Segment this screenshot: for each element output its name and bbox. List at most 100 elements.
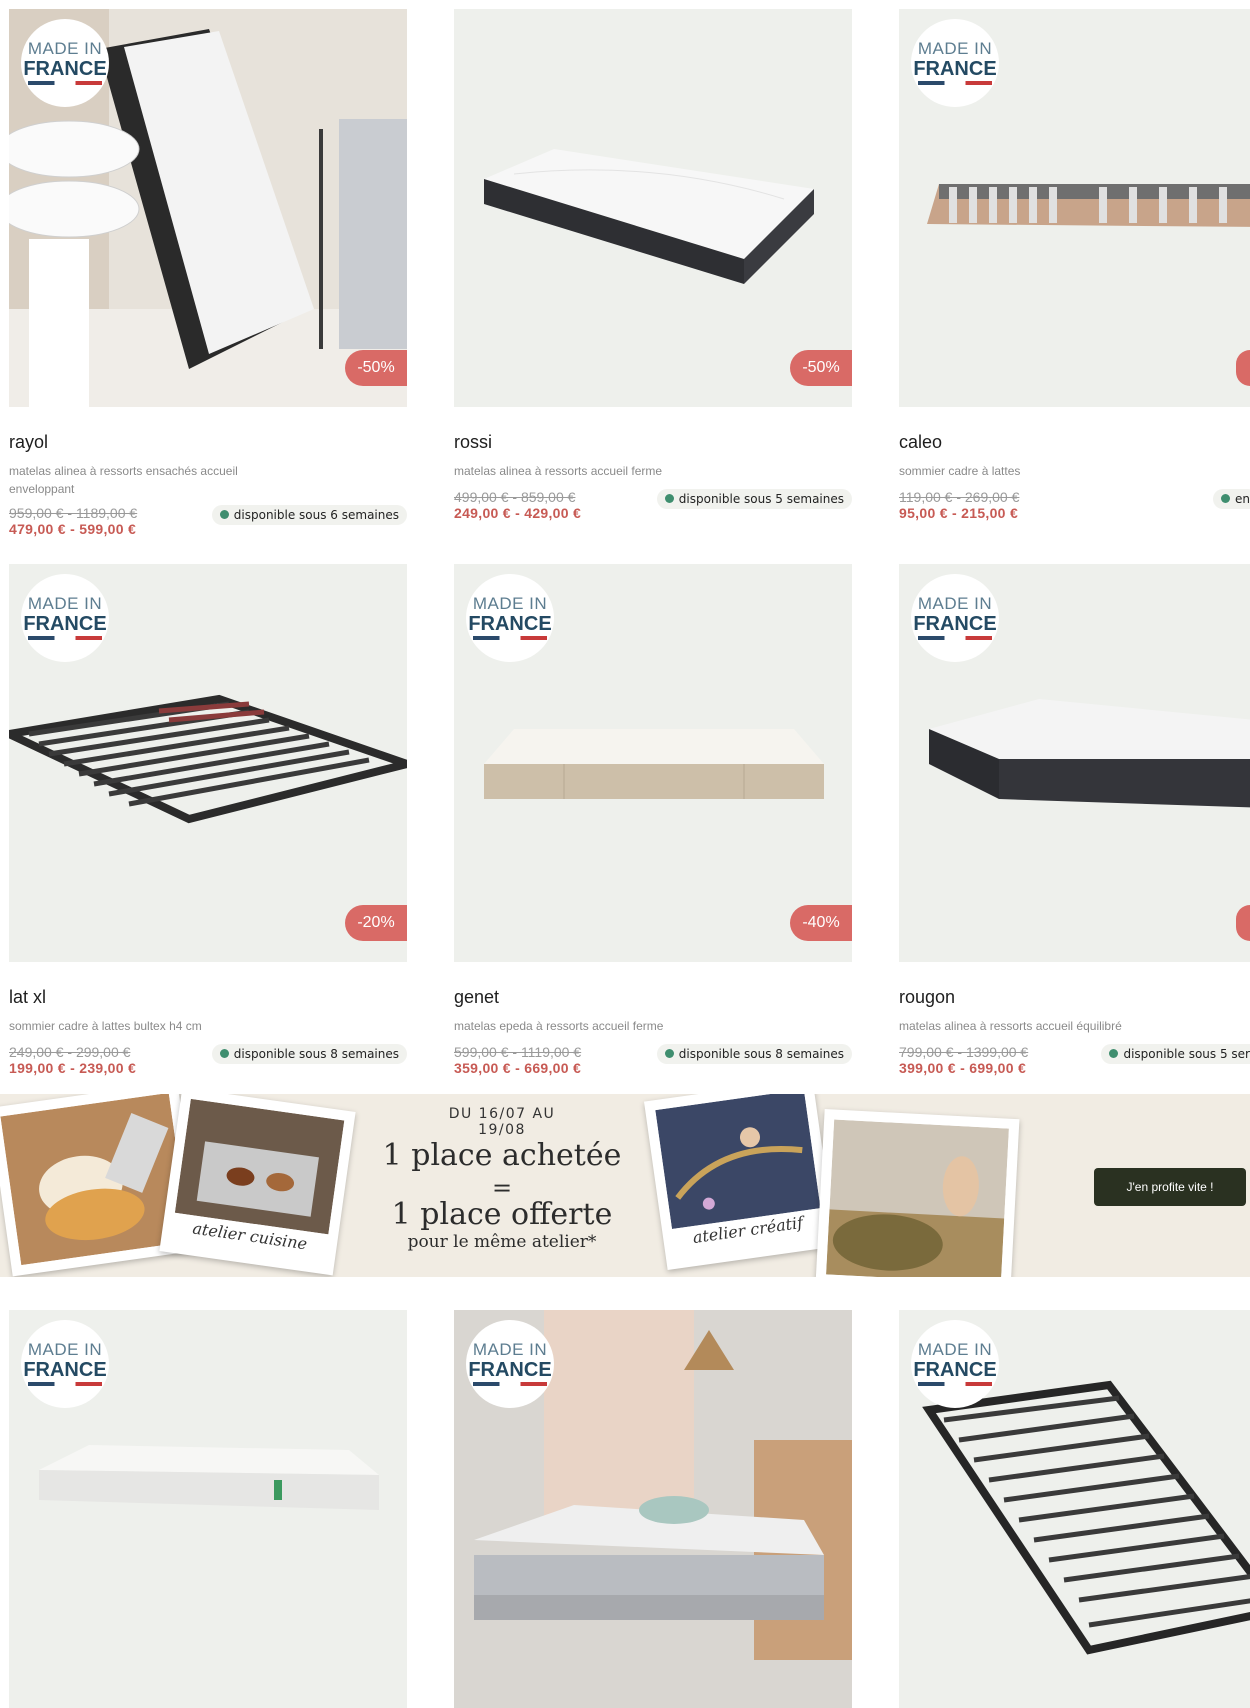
flag-stripe [473,636,547,640]
product-image[interactable]: MADE IN FRANCE -40% [454,564,852,962]
availability-text: disponible sous 5 semaines [678,492,844,506]
product-image[interactable]: MADE IN FRANCE [899,564,1250,962]
original-price: 799,00 € - 1399,00 € [899,1044,1029,1060]
badge-line-2: FRANCE [468,613,552,635]
photo-dried-flowers [815,1109,1020,1277]
badge-line-2: FRANCE [23,1359,107,1381]
original-price: 499,00 € - 859,00 € [454,489,576,505]
discount-badge [1236,350,1250,386]
product-name[interactable]: caleo [899,432,942,453]
original-price: 959,00 € - 1189,00 € [9,505,138,521]
product-name[interactable]: rougon [899,987,955,1008]
availability-dot-icon [219,1049,229,1058]
sale-price: 95,00 € - 215,00 € [899,505,1019,521]
badge-line-1: MADE IN [917,594,993,613]
availability-dot-icon [1109,1049,1119,1058]
sale-price: 359,00 € - 669,00 € [454,1060,582,1076]
badge-line-1: MADE IN [27,39,103,58]
availability-badge: disponible sous 6 semaines [211,505,407,525]
promo-dates: DU 16/07 AU 19/08 [448,1106,556,1138]
badge-line-2: FRANCE [23,58,107,80]
made-in-france-badge: MADE IN FRANCE [21,574,109,662]
badge-line-2: FRANCE [23,613,107,635]
availability-dot-icon [1221,494,1230,503]
availability-text: disponible sous 6 semaines [233,508,399,522]
made-in-france-badge: MADE IN FRANCE [466,574,554,662]
product-image[interactable]: -50% [454,9,852,407]
availability-dot-icon [664,494,674,503]
mattress-photo [484,149,814,284]
made-in-france-badge: MADE IN FRANCE [911,574,999,662]
flag-stripe [28,81,102,85]
jewelry-photo [655,1094,821,1229]
original-price: 599,00 € - 1119,00 € [454,1044,582,1060]
promo-line-2: 1 place offerte [391,1197,613,1232]
discount-badge [1236,905,1250,941]
badge-line-1: MADE IN [917,1340,993,1359]
badge-line-1: MADE IN [917,39,993,58]
original-price: 249,00 € - 299,00 € [9,1044,131,1060]
flag-stripe [473,1382,547,1386]
flag-stripe [918,81,992,85]
made-in-france-badge: MADE IN FRANCE [911,19,999,107]
discount-badge: -50% [345,350,407,386]
badge-line-1: MADE IN [472,1340,548,1359]
discount-badge: -20% [345,905,407,941]
product-image[interactable]: MADE IN FRANCE [9,1310,407,1708]
made-in-france-badge: MADE IN FRANCE [21,19,109,107]
badge-line-1: MADE IN [27,594,103,613]
dried-flowers-photo [826,1119,1009,1277]
availability-dot-icon [219,510,229,519]
flag-stripe [28,636,102,640]
photo-cooking-workshop: atelier cuisine [159,1094,356,1276]
product-description: matelas alinea à ressorts accueil ferme [454,464,663,478]
availability-badge: disponible sous 8 semaines [211,1044,407,1064]
flag-stripe [28,1382,102,1386]
promo-cta-button[interactable]: J'en profite vite ! [1094,1168,1246,1206]
discount-badge: -40% [790,905,852,941]
product-image[interactable]: MADE IN FRANCE -20% [9,564,407,962]
availability-badge: disponible sous 5 semaines [656,489,852,509]
availability-badge: disponible sous 5 ser [1101,1044,1250,1064]
sale-price: 199,00 € - 239,00 € [9,1060,137,1076]
badge-line-1: MADE IN [27,1340,103,1359]
badge-line-2: FRANCE [913,1359,997,1381]
product-description: matelas epeda à ressorts accueil ferme [454,1019,664,1033]
product-name[interactable]: lat xl [9,987,46,1008]
made-in-france-badge: MADE IN FRANCE [911,1320,999,1408]
product-image[interactable]: MADE IN FRANCE [899,1310,1250,1708]
badge-line-2: FRANCE [468,1359,552,1381]
product-description: matelas alinea à ressorts ensachés accue… [9,464,238,496]
made-in-france-badge: MADE IN FRANCE [21,1320,109,1408]
badge-line-2: FRANCE [913,613,997,635]
availability-badge: en [1213,489,1250,509]
promo-banner[interactable]: atelier cuisine DU 16/07 AU 19/08 1 plac… [0,1094,1250,1277]
flag-stripe [918,1382,992,1386]
availability-text: en [1235,492,1250,506]
discount-badge: -50% [790,350,852,386]
product-image[interactable]: MADE IN FRANCE [899,9,1250,407]
product-description: sommier cadre à lattes bultex h4 cm [9,1019,202,1033]
sale-price: 399,00 € - 699,00 € [899,1060,1027,1076]
product-name[interactable]: rossi [454,432,492,453]
badge-line-2: FRANCE [913,58,997,80]
availability-text: disponible sous 5 ser [1123,1047,1250,1061]
made-in-france-badge: MADE IN FRANCE [466,1320,554,1408]
product-image[interactable]: MADE IN FRANCE [454,1310,852,1708]
sale-price: 479,00 € - 599,00 € [9,521,137,537]
flag-stripe [918,636,992,640]
original-price: 119,00 € - 269,00 € [899,489,1020,505]
product-description: sommier cadre à lattes [899,464,1021,478]
promo-line-1: 1 place achetée [382,1138,622,1173]
badge-line-1: MADE IN [472,594,548,613]
availability-dot-icon [664,1049,674,1058]
product-name[interactable]: rayol [9,432,48,453]
availability-badge: disponible sous 8 semaines [656,1044,852,1064]
product-description: matelas alinea à ressorts accueil équili… [899,1019,1122,1033]
promo-line-3: pour le même atelier* [407,1232,597,1252]
product-name[interactable]: genet [454,987,499,1008]
availability-text: disponible sous 8 semaines [233,1047,399,1061]
sale-price: 249,00 € - 429,00 € [454,505,582,521]
availability-text: disponible sous 8 semaines [678,1047,844,1061]
product-image[interactable]: MADE IN FRANCE -50% [9,9,407,407]
